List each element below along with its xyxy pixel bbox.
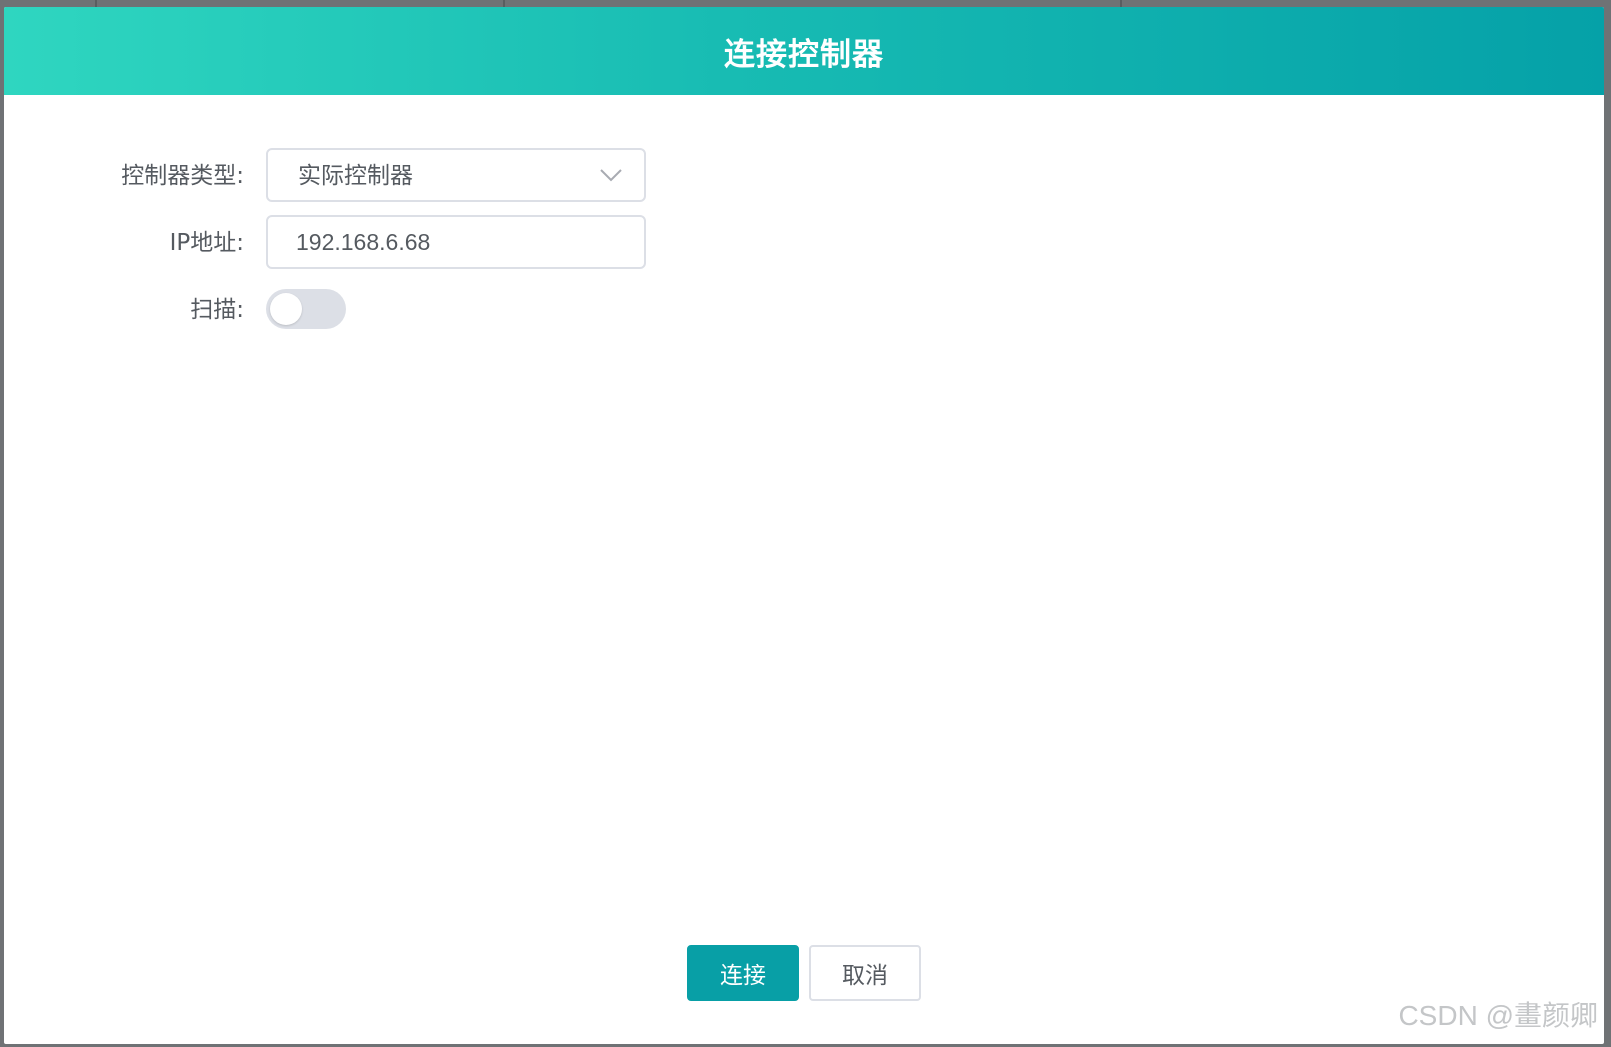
cancel-button[interactable]: 取消 — [809, 945, 921, 1001]
controller-type-label: 控制器类型: — [121, 163, 244, 189]
chevron-down-icon — [600, 169, 622, 182]
ip-label: IP地址: — [169, 230, 244, 256]
form-row-controller-type: 控制器类型: 实际控制器 — [4, 148, 1004, 204]
form-row-scan: 扫描: — [4, 282, 1004, 338]
scan-toggle-knob — [270, 293, 302, 325]
connect-controller-dialog: 连接控制器 控制器类型: 实际控制器 IP地址: 扫描: 连接 取消 — [4, 7, 1604, 1044]
ip-field[interactable] — [266, 215, 646, 269]
ip-input[interactable] — [296, 217, 616, 267]
connect-button[interactable]: 连接 — [687, 945, 799, 1001]
controller-type-value: 实际控制器 — [298, 163, 413, 189]
dialog-title: 连接控制器 — [724, 36, 884, 73]
controller-type-select[interactable]: 实际控制器 — [266, 148, 646, 202]
scan-toggle[interactable] — [266, 289, 346, 329]
watermark: CSDN @畫颜卿 — [1398, 1000, 1598, 1031]
form-row-ip: IP地址: — [4, 215, 1004, 271]
scan-label: 扫描: — [190, 297, 244, 323]
dialog-header: 连接控制器 — [4, 7, 1604, 95]
